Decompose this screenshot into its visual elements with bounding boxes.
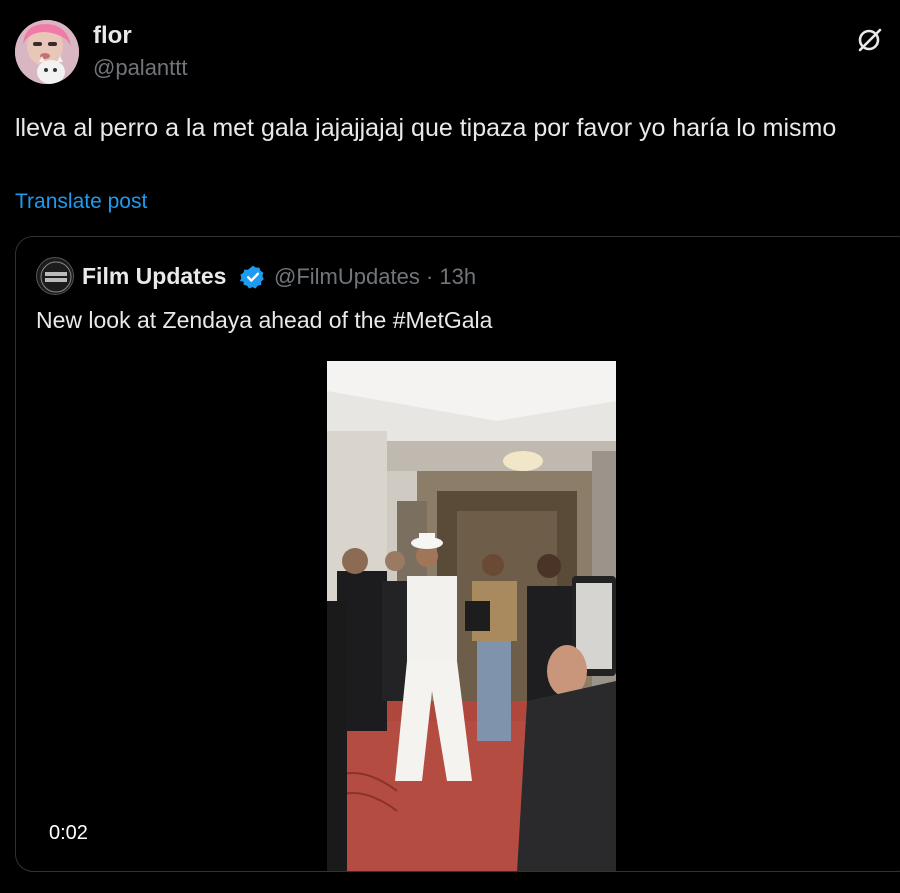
verified-badge-icon bbox=[239, 264, 266, 290]
translate-post-link[interactable]: Translate post bbox=[15, 190, 147, 214]
quoted-post-text: New look at Zendaya ahead of the #MetGal… bbox=[36, 307, 493, 333]
quoted-author-handle[interactable]: @FilmUpdates bbox=[274, 264, 420, 289]
video-duration-badge: 0:02 bbox=[49, 822, 88, 844]
quoted-post-card[interactable]: Film Updates @FilmUpdates · 13h New look… bbox=[15, 236, 900, 872]
post-text: lleva al perro a la met gala jajajjajaj … bbox=[15, 114, 837, 142]
author-handle[interactable]: @palanttt bbox=[93, 55, 188, 81]
quoted-author-name[interactable]: Film Updates bbox=[82, 263, 226, 290]
meta-separator: · bbox=[425, 264, 434, 289]
quoted-post-time[interactable]: 13h bbox=[439, 264, 476, 289]
quoted-author-avatar[interactable] bbox=[36, 257, 74, 295]
video-thumbnail[interactable] bbox=[327, 361, 616, 871]
author-display-name[interactable]: flor bbox=[93, 22, 132, 50]
author-avatar[interactable] bbox=[15, 20, 79, 84]
quoted-meta: @FilmUpdates · 13h bbox=[274, 264, 476, 290]
grok-icon[interactable] bbox=[852, 22, 888, 58]
